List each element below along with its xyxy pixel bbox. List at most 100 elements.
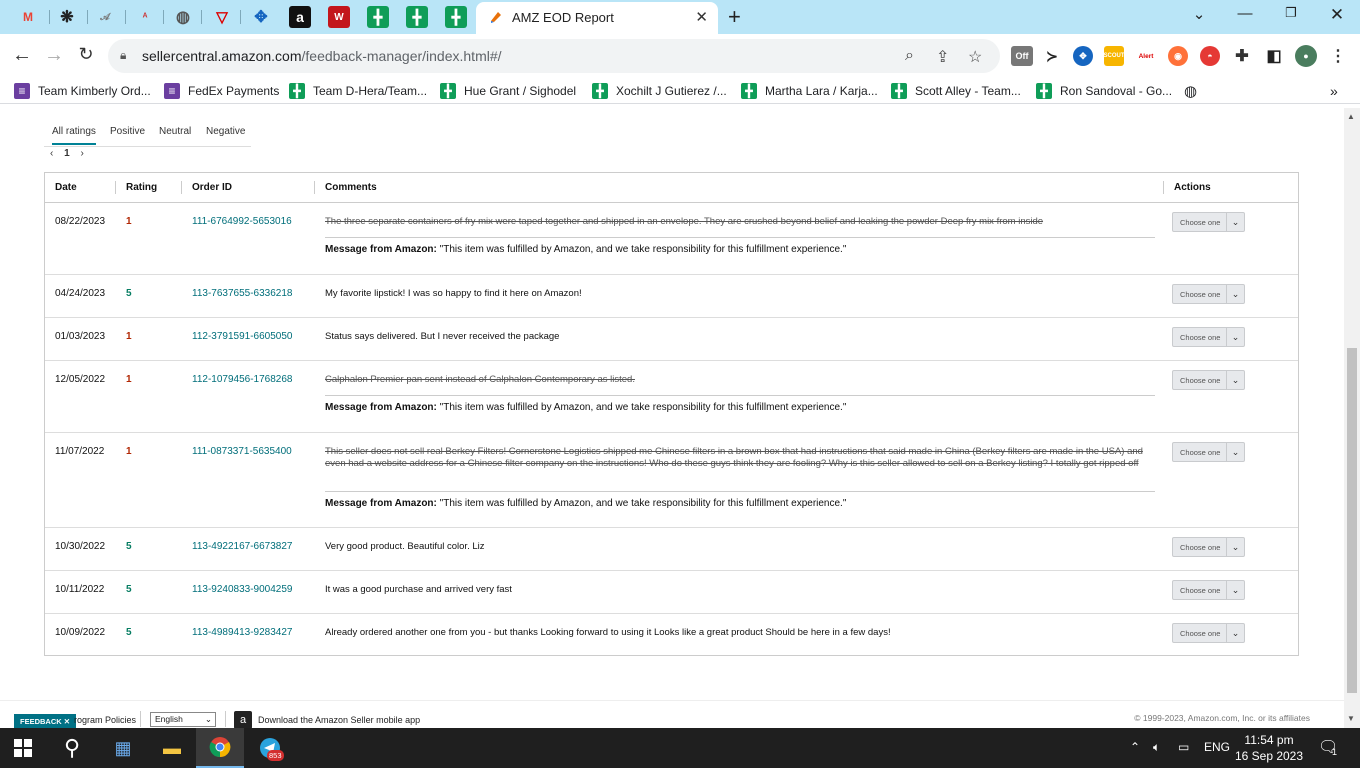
next-page-button[interactable]: ›	[80, 148, 83, 159]
tab-negative[interactable]: Negative	[206, 126, 245, 137]
bookmark-item[interactable]: ≡ FedEx Payments	[164, 82, 279, 100]
download-app-link[interactable]: Download the Amazon Seller mobile app	[258, 715, 420, 725]
tab-all-ratings[interactable]: All ratings	[52, 126, 96, 145]
menu-kebab-icon[interactable]: ⋮	[1328, 46, 1348, 66]
table-row: 04/24/2023 5 113-7637655-6336218 My favo…	[45, 275, 1298, 318]
amazon-message: Message from Amazon: "This item was fulf…	[325, 395, 1155, 413]
chrome-taskbar-icon[interactable]	[196, 728, 244, 768]
scroll-up-icon[interactable]: ▲	[1347, 112, 1355, 121]
close-window-button[interactable]: ✕	[1327, 5, 1347, 25]
order-id-link[interactable]: 113-7637655-6336218	[192, 288, 292, 299]
extension-icon[interactable]: ✥	[1073, 46, 1093, 66]
bookmark-item[interactable]: ╋ Team D-Hera/Team...	[289, 82, 427, 100]
feedback-button[interactable]: FEEDBACK ✕	[14, 714, 77, 728]
profile-avatar[interactable]: ●	[1295, 45, 1317, 67]
extensions-puzzle-icon[interactable]: ✚	[1232, 46, 1252, 66]
reload-button[interactable]: ↻	[74, 44, 98, 65]
sheets-tab-icon[interactable]: ╋	[406, 6, 428, 28]
choose-action-dropdown[interactable]: Choose one ⌄	[1172, 580, 1245, 600]
telegram-icon[interactable]: 853	[257, 736, 284, 761]
order-id-link[interactable]: 113-9240833-9004259	[192, 584, 292, 595]
gmail-tab-icon[interactable]: M	[17, 6, 39, 28]
off-extension-icon[interactable]: Off	[1011, 46, 1033, 66]
choose-action-dropdown[interactable]: Choose one ⌄	[1172, 327, 1245, 347]
tab-positive[interactable]: Positive	[110, 126, 145, 137]
system-clock[interactable]: 11:54 pm 16 Sep 2023	[1234, 732, 1304, 764]
order-id-link[interactable]: 113-4989413-9283427	[192, 627, 292, 638]
close-icon[interactable]: ✕	[64, 717, 70, 726]
current-page[interactable]: 1	[64, 148, 70, 159]
side-panel-icon[interactable]: ◧	[1264, 46, 1284, 66]
globe-tab-icon[interactable]: ◍	[172, 6, 194, 28]
tab-search-icon[interactable]: ⌄	[1189, 5, 1209, 23]
choose-action-dropdown[interactable]: Choose one ⌄	[1172, 284, 1245, 304]
pokeball-extension-icon[interactable]: ◓	[1200, 46, 1220, 66]
scout-extension-icon[interactable]: SCOUT	[1104, 46, 1125, 66]
amazon-tab-icon[interactable]: a	[289, 6, 311, 28]
message-text: "This item was fulfilled by Amazon, and …	[439, 402, 847, 413]
network-icon[interactable]: ▭	[1178, 740, 1189, 754]
order-id-link[interactable]: 112-3791591-6605050	[192, 331, 292, 342]
url-text: sellercentral.amazon.com/feedback-manage…	[142, 48, 502, 64]
pagination: ‹ 1 ›	[50, 148, 92, 159]
sheets-tab-icon[interactable]: ╋	[367, 6, 389, 28]
share-icon[interactable]: ⇪	[936, 47, 949, 67]
bookmark-item[interactable]: ≡ Team Kimberly Ord...	[14, 82, 151, 100]
order-id-link[interactable]: 111-6764992-5653016	[192, 216, 292, 227]
tab-icon[interactable]: ▽	[211, 6, 233, 28]
extension-icon[interactable]: ≻	[1042, 46, 1062, 66]
sheets-tab-icon[interactable]: ╋	[445, 6, 467, 28]
tab-neutral[interactable]: Neutral	[159, 126, 191, 137]
address-bar[interactable]: 🔒︎ sellercentral.amazon.com/feedback-man…	[108, 39, 1000, 73]
zoom-icon[interactable]: ⌕	[905, 47, 914, 65]
new-tab-button[interactable]: +	[728, 4, 741, 30]
chevron-down-icon: ⌄	[1226, 443, 1244, 461]
search-icon[interactable]: ⚲	[59, 735, 85, 760]
bookmark-star-icon[interactable]: ☆	[968, 47, 982, 67]
choose-action-dropdown[interactable]: Choose one ⌄	[1172, 370, 1245, 390]
bookmark-item[interactable]: ╋ Xochilt J Gutierez /...	[592, 82, 727, 100]
globe-bookmark-icon[interactable]: ◍	[1184, 82, 1197, 100]
order-id-link[interactable]: 111-0873371-5635400	[192, 446, 292, 457]
prev-page-button[interactable]: ‹	[50, 148, 53, 159]
language-select[interactable]: English ⌄	[150, 712, 216, 727]
language-indicator[interactable]: ENG	[1204, 740, 1230, 754]
program-policies-link[interactable]: rogram Policies	[74, 715, 136, 725]
bookmark-label: Martha Lara / Karja...	[765, 84, 878, 98]
tab-icon[interactable]: ✥	[250, 6, 272, 28]
tab-icon[interactable]: W	[328, 6, 350, 28]
scrollbar-thumb[interactable]	[1347, 348, 1357, 693]
more-bookmarks-icon[interactable]: »	[1330, 82, 1338, 100]
windows-start-icon[interactable]	[10, 736, 36, 760]
bookmark-item[interactable]: ╋ Ron Sandoval - Go...	[1036, 82, 1172, 100]
chatgpt-tab-icon[interactable]: ❋	[56, 6, 78, 28]
bookmark-item[interactable]: ╋ Scott Alley - Team...	[891, 82, 1021, 100]
notification-count: 1	[1332, 747, 1338, 757]
choose-action-dropdown[interactable]: Choose one ⌄	[1172, 537, 1245, 557]
volume-icon[interactable]: 🔈︎	[1153, 740, 1160, 755]
bookmark-item[interactable]: ╋ Martha Lara / Karja...	[741, 82, 878, 100]
minimize-button[interactable]: —	[1235, 5, 1255, 22]
choose-action-dropdown[interactable]: Choose one ⌄	[1172, 442, 1245, 462]
back-button[interactable]: ←	[10, 44, 34, 67]
extension-icon[interactable]: ◉	[1168, 46, 1188, 66]
show-hidden-icons[interactable]: ⌃	[1130, 740, 1140, 754]
close-tab-icon[interactable]: ✕	[695, 8, 708, 26]
page-scrollbar[interactable]: ▲ ▼	[1344, 108, 1360, 728]
forward-button[interactable]: →	[42, 44, 66, 67]
restore-button[interactable]: ❐	[1281, 5, 1301, 21]
active-tab[interactable]: AMZ EOD Report ✕	[476, 2, 718, 34]
sheets-icon: ╋	[440, 83, 456, 99]
file-explorer-icon[interactable]: ▬	[159, 736, 185, 760]
alert-extension-icon[interactable]: Alert	[1136, 46, 1156, 66]
scroll-down-icon[interactable]: ▼	[1347, 714, 1355, 723]
choose-action-dropdown[interactable]: Choose one ⌄	[1172, 623, 1245, 643]
choose-action-dropdown[interactable]: Choose one ⌄	[1172, 212, 1245, 232]
url-path: /feedback-manager/index.html#/	[301, 48, 502, 64]
order-id-link[interactable]: 112-1079456-1768268	[192, 374, 292, 385]
desktop-app-icon[interactable]: ▦	[110, 736, 136, 760]
order-id-link[interactable]: 113-4922167-6673827	[192, 541, 292, 552]
bookmark-item[interactable]: ╋ Hue Grant / Sighodel	[440, 82, 576, 100]
tab-icon[interactable]: ᴬ	[134, 6, 156, 28]
tab-icon[interactable]: 𝒜	[94, 6, 116, 28]
